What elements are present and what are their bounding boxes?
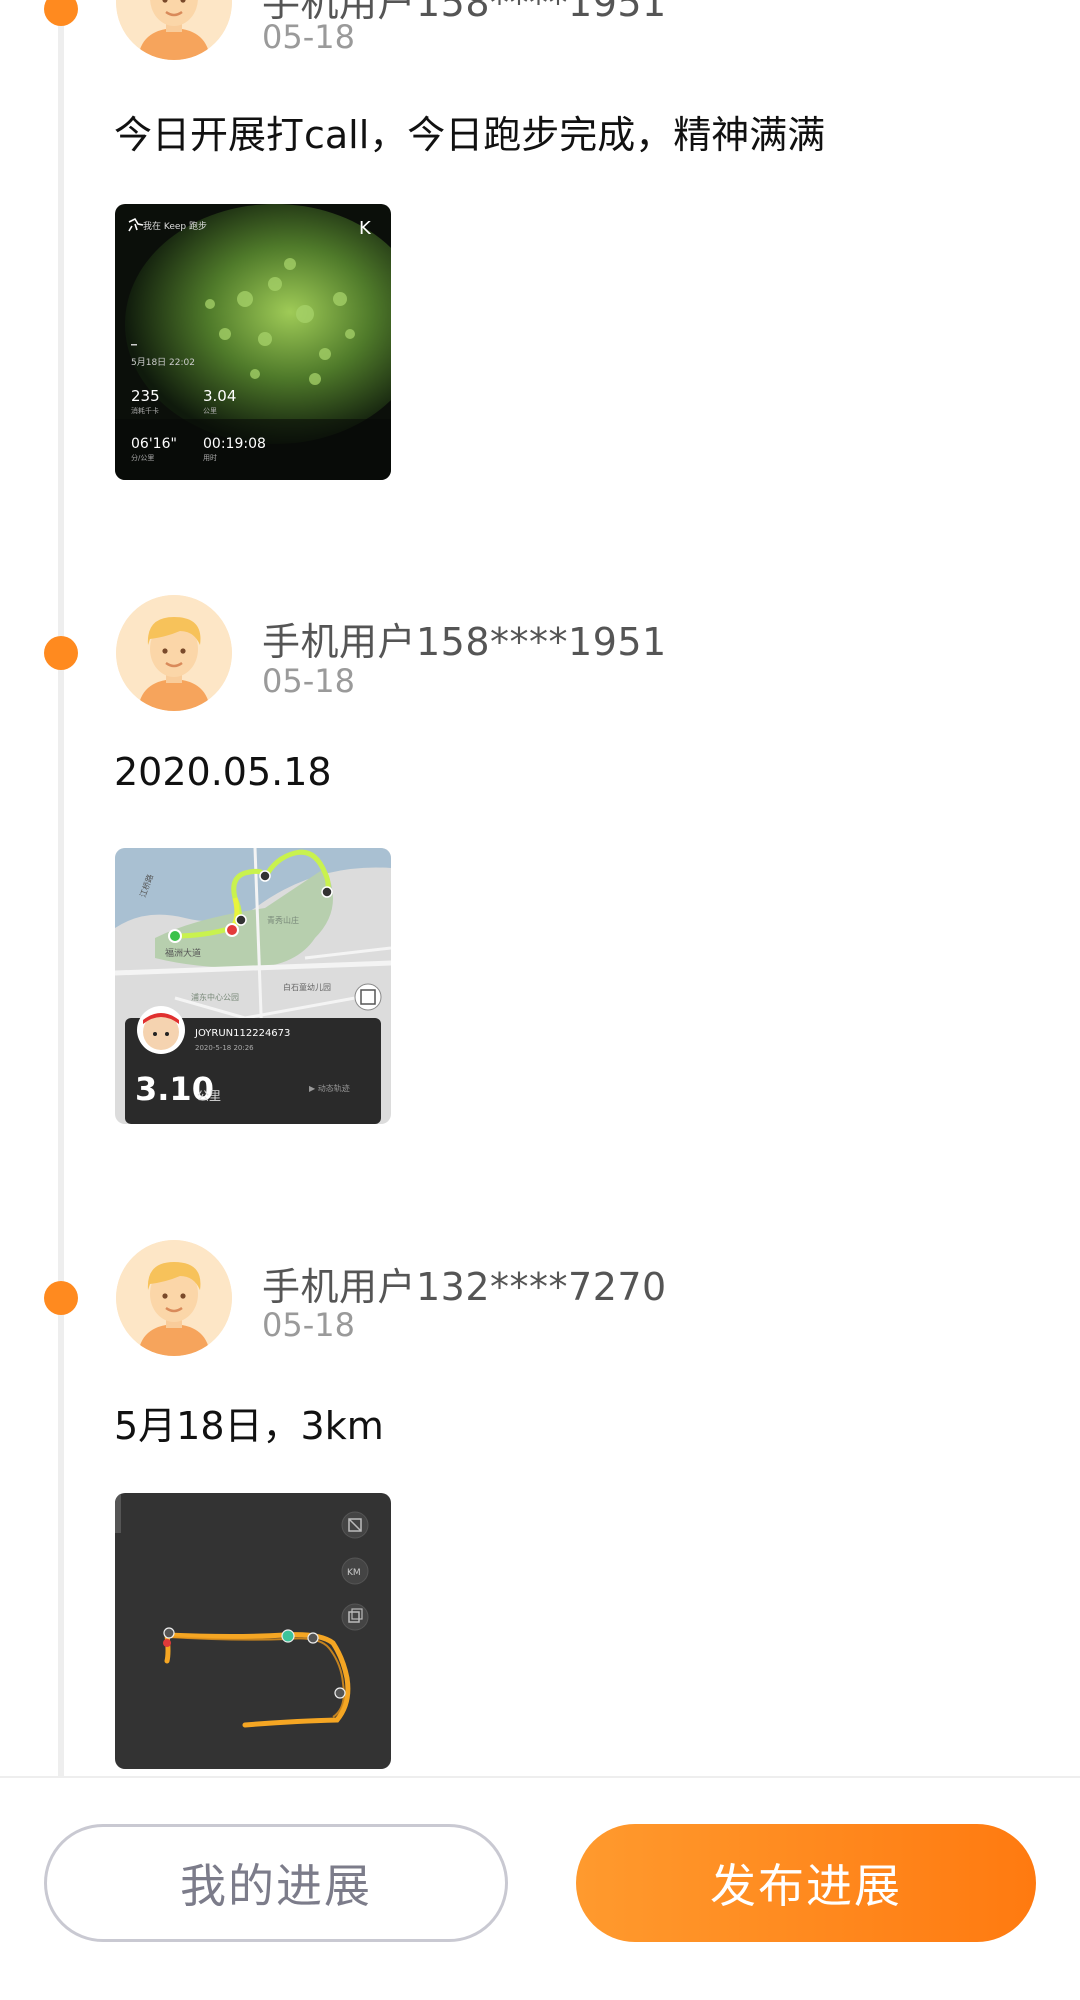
avatar[interactable] bbox=[116, 1240, 232, 1356]
map-replay-label: ▶ 动态轨迹 bbox=[309, 1083, 350, 1093]
post-text: 2020.05.18 bbox=[114, 750, 332, 794]
avatar-icon bbox=[116, 0, 232, 60]
map-place-3: 浦东中心公园 bbox=[191, 992, 239, 1002]
timeline-dot bbox=[44, 636, 78, 670]
keep-stat1-value: 235 bbox=[131, 387, 160, 405]
post-text: 今日开展打call，今日跑步完成，精神满满 bbox=[114, 113, 826, 157]
my-progress-button[interactable]: 我的进展 bbox=[44, 1824, 508, 1942]
keep-datetime: 5月18日 22:02 bbox=[131, 357, 195, 368]
avatar[interactable] bbox=[116, 595, 232, 711]
map-place-1: 青秀山庄 bbox=[267, 915, 299, 925]
layers-icon bbox=[341, 1603, 369, 1631]
keep-time-value: 00:19:08 bbox=[203, 436, 266, 452]
post-image-map[interactable]: 福洲大道 青秀山庄 白石童幼儿园 浦东中心公园 江桥路 JOYRUN112224… bbox=[115, 848, 391, 1124]
keep-stat2-value: 3.04 bbox=[203, 387, 236, 405]
keep-stat2-label: 公里 bbox=[203, 407, 217, 415]
keep-time-label: 用时 bbox=[203, 453, 217, 462]
post-date: 05-18 bbox=[262, 662, 355, 700]
keep-header: 我在 Keep 跑步 bbox=[143, 220, 207, 232]
avatar-icon bbox=[116, 1240, 232, 1356]
post-image-track[interactable]: KM bbox=[115, 1493, 391, 1769]
username[interactable]: 手机用户158****1951 bbox=[262, 611, 667, 666]
timeline-dot bbox=[44, 1281, 78, 1315]
keep-logo-icon: K bbox=[359, 218, 372, 239]
post-date: 05-18 bbox=[262, 18, 355, 56]
keep-pace-value: 06'16" bbox=[131, 436, 177, 452]
map-datetime: 2020-5-18 20:26 bbox=[195, 1044, 254, 1052]
svg-text:KM: KM bbox=[347, 1568, 361, 1578]
timeline-line bbox=[58, 0, 64, 1776]
photo-icon bbox=[354, 983, 382, 1011]
map-road-label: 福洲大道 bbox=[165, 947, 201, 959]
map-user-id: JOYRUN112224673 bbox=[194, 1028, 290, 1039]
post-image-keep[interactable]: 我在 Keep 跑步 K 5月18日 22:02 235 消耗千卡 3.04 公… bbox=[115, 204, 391, 480]
map-unit: 公里 bbox=[197, 1089, 221, 1103]
timeline-dot bbox=[44, 0, 78, 26]
bottom-action-bar: 我的进展 发布进展 bbox=[0, 1776, 1080, 2000]
post-text: 5月18日，3km bbox=[114, 1404, 384, 1448]
keep-pace-label: 分/公里 bbox=[131, 453, 154, 462]
avatar-icon bbox=[116, 595, 232, 711]
username[interactable]: 手机用户132****7270 bbox=[262, 1256, 667, 1311]
map-place-2: 白石童幼儿园 bbox=[283, 982, 331, 992]
keep-stat1-label: 消耗千卡 bbox=[131, 406, 159, 415]
avatar[interactable] bbox=[116, 0, 232, 60]
post-date: 05-18 bbox=[262, 1306, 355, 1344]
publish-progress-button[interactable]: 发布进展 bbox=[576, 1824, 1036, 1942]
